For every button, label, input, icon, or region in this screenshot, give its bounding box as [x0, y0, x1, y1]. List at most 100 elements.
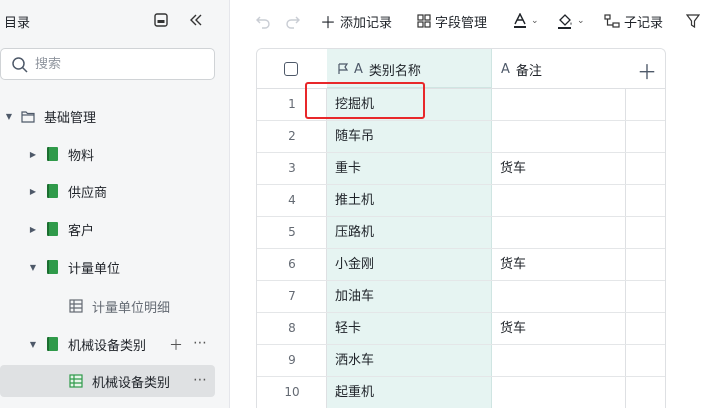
book-icon	[44, 183, 60, 199]
sidebar-item-unit-detail[interactable]: 计量单位明细	[0, 290, 215, 322]
primary-flag-icon	[338, 63, 349, 74]
book-icon	[44, 146, 60, 162]
sidebar-item-label: 物料	[68, 148, 95, 164]
sidebar-item-machinery-category[interactable]: ▼ 机械设备类别 ＋ ⋯	[0, 328, 215, 360]
double-chevron-left-icon[interactable]	[187, 11, 205, 29]
sidebar-item-label: 基础管理	[44, 110, 97, 126]
add-column-button[interactable]: ＋	[626, 49, 665, 89]
select-all-checkbox[interactable]	[284, 62, 298, 76]
more-icon[interactable]: ⋯	[193, 372, 207, 388]
more-icon[interactable]: ⋯	[193, 335, 207, 355]
caret-right-icon[interactable]: ▶	[28, 149, 38, 159]
column-header-note[interactable]: A 备注	[501, 49, 542, 89]
row-number: 2	[288, 129, 296, 143]
sidebar-item-label: 客户	[68, 223, 95, 239]
text-color-icon	[514, 13, 526, 28]
book-icon	[44, 259, 60, 275]
text-color-button[interactable]: ⌄	[513, 10, 539, 32]
table-icon	[68, 373, 84, 389]
paint-bucket-icon	[558, 14, 572, 29]
cell-category-name[interactable]: 洒水车	[335, 345, 374, 376]
table-row[interactable]: 4 推土机	[257, 185, 665, 217]
sidebar-item-label: 供应商	[68, 185, 108, 201]
sidebar-header: 目录	[0, 0, 230, 40]
redo-icon	[286, 16, 300, 29]
row-number: 9	[288, 353, 296, 367]
grid-icon	[417, 14, 431, 28]
sub-record-label: 子记录	[624, 15, 664, 31]
field-manage-button[interactable]: 字段管理	[417, 10, 487, 32]
sidebar: 目录 ▼ 基础管理 ▶ 物料 ▶ 供应商 ▶ 客户 ▼ 计量单位	[0, 0, 230, 408]
redo-button[interactable]	[285, 10, 301, 32]
cell-category-name[interactable]: 小金刚	[335, 249, 374, 280]
sidebar-item-supplier[interactable]: ▶ 供应商	[0, 175, 215, 207]
field-manage-label: 字段管理	[435, 15, 488, 31]
sidebar-item-machinery-category-table[interactable]: 机械设备类别 ⋯	[0, 365, 215, 397]
sub-record-button[interactable]: 子记录	[604, 10, 663, 32]
cell-note[interactable]: 货车	[500, 249, 526, 280]
sidebar-item-label: 计量单位明细	[92, 300, 171, 316]
add-record-label: 添加记录	[340, 15, 393, 31]
sidebar-item-label: 计量单位	[68, 261, 121, 277]
sidebar-item-label: 机械设备类别	[68, 338, 147, 354]
cell-category-name[interactable]: 轻卡	[335, 313, 361, 344]
collapse-panel-icon[interactable]	[152, 11, 170, 29]
toolbar: ＋ 添加记录 字段管理 ⌄ ⌄ 子记录	[231, 0, 706, 40]
fill-color-button[interactable]: ⌄	[557, 10, 585, 32]
plus-icon: ＋	[637, 60, 657, 84]
row-number: 5	[288, 225, 296, 239]
table-row[interactable]: 5 压路机	[257, 217, 665, 249]
sidebar-item-label: 机械设备类别	[92, 375, 171, 391]
chevron-down-icon: ⌄	[531, 16, 539, 26]
cell-category-name[interactable]: 起重机	[335, 377, 374, 408]
sub-record-icon	[604, 14, 620, 28]
caret-down-icon[interactable]: ▼	[4, 111, 14, 121]
caret-down-icon[interactable]: ▼	[28, 262, 38, 272]
plus-icon[interactable]: ＋	[169, 335, 183, 355]
cell-note[interactable]: 货车	[500, 313, 526, 344]
table-row[interactable]: 6 小金刚 货车	[257, 249, 665, 281]
text-field-icon: A	[501, 61, 510, 77]
book-icon	[44, 221, 60, 237]
cell-note[interactable]: 货车	[500, 153, 526, 184]
table-row[interactable]: 2 随车吊	[257, 121, 665, 153]
row-number: 4	[288, 193, 296, 207]
caret-right-icon[interactable]: ▶	[28, 224, 38, 234]
filter-icon	[686, 14, 700, 28]
cell-category-name[interactable]: 加油车	[335, 281, 374, 312]
search-input[interactable]	[35, 54, 205, 74]
row-number: 6	[288, 257, 296, 271]
sidebar-item-basic-management[interactable]: ▼ 基础管理	[0, 100, 215, 132]
sidebar-item-customer[interactable]: ▶ 客户	[0, 213, 215, 245]
folder-icon	[20, 108, 36, 124]
table-row[interactable]: 7 加油车	[257, 281, 665, 313]
highlight-annotation-box	[305, 82, 425, 119]
chevron-down-icon: ⌄	[577, 16, 585, 26]
book-icon	[44, 336, 60, 352]
sidebar-item-unit[interactable]: ▼ 计量单位	[0, 251, 215, 283]
filter-button[interactable]	[686, 10, 700, 32]
caret-down-icon[interactable]: ▼	[28, 339, 38, 349]
plus-icon: ＋	[320, 13, 337, 32]
table-row[interactable]: 8 轻卡 货车	[257, 313, 665, 345]
cell-category-name[interactable]: 随车吊	[335, 121, 374, 152]
undo-icon	[256, 16, 270, 29]
table-row[interactable]: 10 起重机	[257, 377, 665, 408]
cell-category-name[interactable]: 推土机	[335, 185, 374, 216]
cell-category-name[interactable]: 压路机	[335, 217, 374, 248]
column-header-label: 备注	[515, 63, 542, 79]
search-box[interactable]	[0, 48, 215, 80]
sidebar-title: 目录	[4, 16, 31, 31]
cell-category-name[interactable]: 重卡	[335, 153, 361, 184]
add-record-button[interactable]: ＋ 添加记录	[320, 10, 392, 32]
sidebar-item-material[interactable]: ▶ 物料	[0, 138, 215, 170]
table-row[interactable]: 9 洒水车	[257, 345, 665, 377]
row-number: 8	[288, 321, 296, 335]
table-icon	[68, 298, 84, 314]
column-header-label: 类别名称	[368, 63, 421, 79]
table-row[interactable]: 3 重卡 货车	[257, 153, 665, 185]
text-field-icon: A	[354, 61, 363, 77]
row-number: 7	[288, 289, 296, 303]
caret-right-icon[interactable]: ▶	[28, 186, 38, 196]
undo-button[interactable]	[255, 10, 271, 32]
